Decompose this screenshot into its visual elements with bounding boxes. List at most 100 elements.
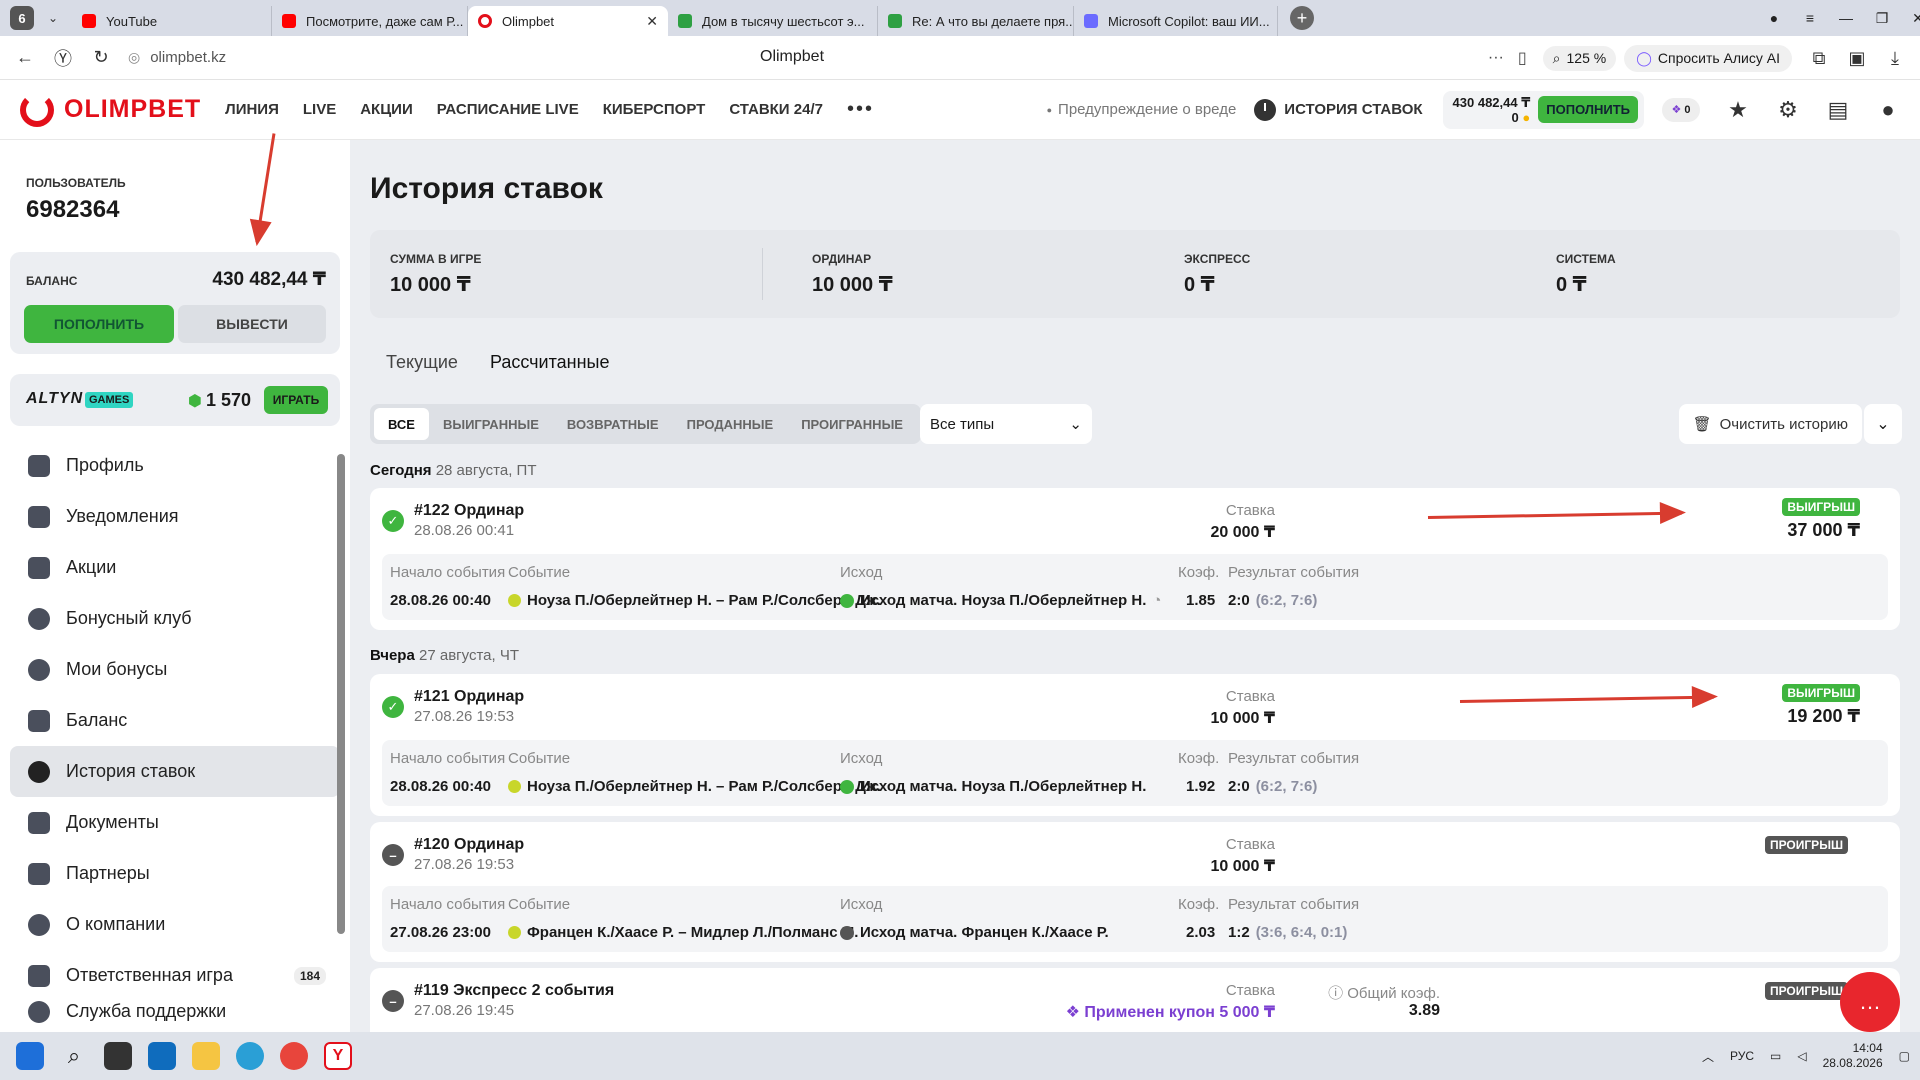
browser-tab-re[interactable]: Re: А что вы делаете пря... <box>878 6 1074 36</box>
bookmark-icon[interactable]: ▯ <box>1518 48 1527 68</box>
chevron-down-icon[interactable]: ⌄ <box>42 7 64 29</box>
browser-tab-olimpbet[interactable]: Olimpbet ✕ <box>468 6 668 36</box>
olimpbet-logo[interactable]: OLIMPBET <box>20 92 201 127</box>
header-topup-button[interactable]: ПОПОЛНИТЬ <box>1538 96 1638 123</box>
browser-tab-video[interactable]: Посмотрите, даже сам Р... <box>272 6 468 36</box>
close-window-icon[interactable]: ✕ <box>1900 0 1920 36</box>
profile-icon[interactable]: ● <box>1756 0 1792 36</box>
topup-button[interactable]: ПОПОЛНИТЬ <box>24 305 174 343</box>
sidebar-scrollbar[interactable] <box>337 442 345 1030</box>
copilot-icon <box>1084 14 1098 28</box>
search-icon[interactable]: ⌕ <box>60 1042 88 1070</box>
collapse-all-button[interactable]: ⌄ <box>1864 404 1902 444</box>
chevron-up-icon[interactable]: ︿ <box>1702 1048 1714 1065</box>
tab-counter[interactable]: 6 <box>10 6 34 30</box>
main-content: История ставок СУММА В ИГРЕ 10 000 ₸ ОРДИ… <box>350 140 1920 1048</box>
extensions-icon[interactable]: ⧉ <box>1800 39 1838 77</box>
gift-icon <box>28 556 50 579</box>
filter-sold[interactable]: ПРОДАННЫЕ <box>673 408 788 440</box>
zoom-indicator[interactable]: ⌕ 125 % <box>1542 45 1617 71</box>
sidebar-item-bonus-club[interactable]: Бонусный клуб <box>10 593 340 644</box>
gear-icon[interactable]: ⚙ <box>1776 97 1800 122</box>
clock[interactable]: 14:04 28.08.2026 <box>1823 1041 1883 1071</box>
sidebar-item-my-bonuses[interactable]: Мои бонусы <box>10 644 340 695</box>
nav-promos[interactable]: АКЦИИ <box>360 101 413 118</box>
language-indicator[interactable]: РУС <box>1730 1049 1754 1063</box>
nav-bets-247[interactable]: СТАВКИ 24/7 <box>729 101 823 118</box>
nav-live[interactable]: LIVE <box>303 101 336 118</box>
edge-icon[interactable] <box>236 1042 264 1070</box>
clear-history-button[interactable]: 🗑 Очистить историю <box>1678 404 1862 444</box>
chrome-icon[interactable] <box>280 1042 308 1070</box>
reload-icon[interactable]: ↻ <box>82 39 120 77</box>
more-icon[interactable]: ··· <box>1488 49 1504 67</box>
bet-card[interactable]: – #120 Ординар 27.08.26 19:53 Ставка 10 … <box>370 822 1900 962</box>
coupon-icon: ❖ <box>1671 104 1682 116</box>
bet-card[interactable]: ✓ #121 Ординар 27.08.26 19:53 Ставка 10 … <box>370 674 1900 816</box>
nav-live-schedule[interactable]: РАСПИСАНИЕ LIVE <box>437 101 579 118</box>
maximize-icon[interactable]: ❐ <box>1864 0 1900 36</box>
dot-icon: ● <box>1046 104 1053 115</box>
network-icon[interactable]: ▭ <box>1770 1049 1781 1063</box>
more-nav-icon[interactable]: ••• <box>847 98 874 121</box>
download-icon[interactable]: ⤓ <box>1876 39 1914 77</box>
nav-esports[interactable]: КИБЕРСПОРТ <box>603 101 706 118</box>
chevron-down-icon: ⌄ <box>1069 416 1082 433</box>
task-view-icon[interactable] <box>104 1042 132 1070</box>
event-name: Францен К./Хаасе Р. – Мидлер Л./Полманс … <box>508 924 858 941</box>
alisa-button[interactable]: ◯ Спросить Алису AI <box>1624 44 1792 72</box>
user-icon[interactable]: ● <box>1876 97 1900 122</box>
header-balance[interactable]: 430 482,44 ₸ 0 ● ПОПОЛНИТЬ <box>1442 90 1644 129</box>
yandex-icon[interactable]: Ⓨ <box>44 39 82 77</box>
sidebar-item-support[interactable]: Служба поддержки <box>10 1001 340 1025</box>
store-icon[interactable] <box>148 1042 176 1070</box>
collections-icon[interactable]: ▣ <box>1838 39 1876 77</box>
play-button[interactable]: ИГРАТЬ <box>264 386 328 414</box>
support-chat-button[interactable]: … <box>1840 972 1900 1032</box>
filter-won[interactable]: ВЫИГРАННЫЕ <box>429 408 553 440</box>
sidebar-item-profile[interactable]: Профиль <box>10 440 340 491</box>
sidebar-item-notifications[interactable]: Уведомления <box>10 491 340 542</box>
sidebar-item-documents[interactable]: Документы <box>10 797 340 848</box>
sidebar-item-bet-history[interactable]: История ставок <box>10 746 340 797</box>
sidebar-item-balance[interactable]: Баланс <box>10 695 340 746</box>
bet-history-link[interactable]: ИСТОРИЯ СТАВОК <box>1254 98 1423 121</box>
withdraw-button[interactable]: ВЫВЕСТИ <box>178 305 326 343</box>
yandex-browser-icon[interactable]: Y <box>324 1042 352 1070</box>
stake-label: Ставка <box>1225 982 1275 999</box>
summary-system: СИСТЕМА 0 ₸ <box>1556 252 1616 296</box>
harm-warning-link[interactable]: ● Предупреждение о вреде <box>1047 101 1237 118</box>
clock-icon <box>1254 98 1277 121</box>
minimize-icon[interactable]: — <box>1828 0 1864 36</box>
browser-tab-dom[interactable]: Дом в тысячу шестьсот э... <box>668 6 878 36</box>
star-icon[interactable]: ★ <box>1726 97 1750 122</box>
new-tab-button[interactable]: + <box>1290 6 1314 30</box>
filter-returned[interactable]: ВОЗВРАТНЫЕ <box>553 408 673 440</box>
taskbar: ⌕ Y ︿ РУС ▭ ◁ 14:04 28.08.2026 ▢ <box>0 1032 1920 1080</box>
sidebar-item-about[interactable]: О компании <box>10 899 340 950</box>
sidebar-item-promos[interactable]: Акции <box>10 542 340 593</box>
menu-icon[interactable]: ≡ <box>1792 0 1828 36</box>
filter-all[interactable]: ВСЕ <box>374 408 429 440</box>
volume-icon[interactable]: ◁ <box>1797 1049 1806 1063</box>
folder-icon[interactable] <box>192 1042 220 1070</box>
close-icon[interactable]: ✕ <box>636 13 658 30</box>
altyn-games-card[interactable]: ALTYN GAMES ⬢ 1 570 ИГРАТЬ <box>10 374 340 426</box>
sidebar-item-responsible-gaming[interactable]: Ответственная игра 184 <box>10 950 340 1001</box>
browser-tab-copilot[interactable]: Microsoft Copilot: ваш ИИ... <box>1074 6 1278 36</box>
notifications-icon[interactable]: ▢ <box>1899 1049 1910 1063</box>
type-select[interactable]: Все типы ⌄ <box>920 404 1092 444</box>
scrollbar-thumb[interactable] <box>337 454 345 934</box>
url-input[interactable]: olimpbet.kz <box>150 49 226 66</box>
sidebar-item-partners[interactable]: Партнеры <box>10 848 340 899</box>
back-icon[interactable]: ← <box>6 39 44 77</box>
status-badge: ВЫИГРЫШ <box>1782 684 1860 702</box>
windows-start-icon[interactable] <box>16 1042 44 1070</box>
promo-counter[interactable]: ❖ 0 <box>1662 97 1700 122</box>
chat-icon[interactable]: ▤ <box>1826 97 1850 122</box>
page-title-bar: Olimpbet <box>760 48 825 65</box>
filter-lost[interactable]: ПРОИГРАННЫЕ <box>787 408 917 440</box>
nav-line[interactable]: ЛИНИЯ <box>225 101 279 118</box>
bet-details: Начало события Событие Исход Коэф. Резул… <box>382 886 1888 952</box>
browser-tab-youtube[interactable]: YouTube <box>72 6 272 36</box>
